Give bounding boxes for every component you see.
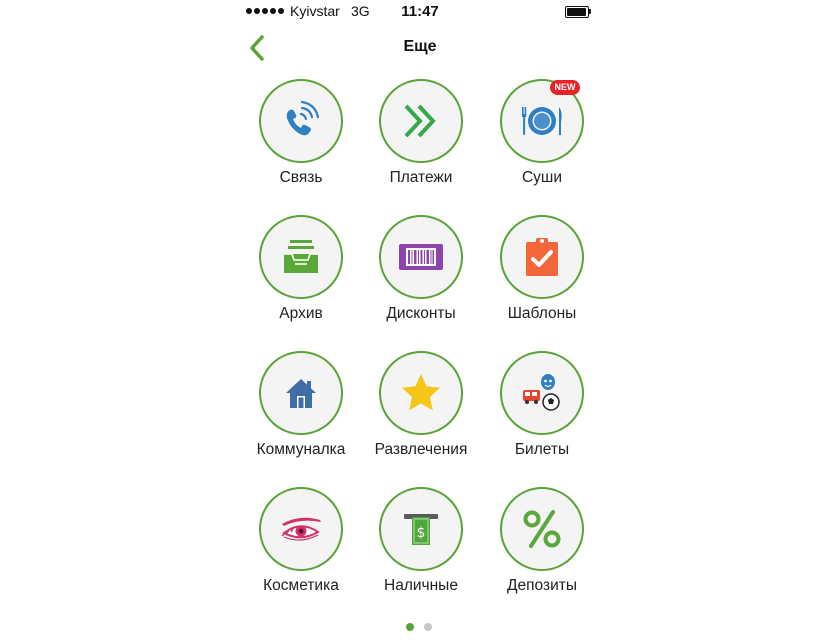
tile-circle: [379, 215, 463, 299]
tile-circle: $: [379, 487, 463, 571]
tile-circle: [500, 215, 584, 299]
tile-circle: [259, 215, 343, 299]
tile-label: Шаблоны: [507, 305, 577, 322]
tile-bilety[interactable]: Билеты: [477, 351, 607, 471]
page-dot-2[interactable]: [424, 623, 432, 631]
svg-text:$: $: [417, 525, 426, 541]
battery-tip: [589, 9, 591, 14]
tile-circle: [500, 487, 584, 571]
plate-fork-knife-icon: [522, 107, 562, 135]
tile-circle: [259, 79, 343, 163]
tile-shablony[interactable]: Шаблоны: [477, 215, 607, 335]
tile-label: Депозиты: [507, 577, 577, 594]
double-chevron-right-icon: [404, 104, 436, 138]
tile-circle: [379, 351, 463, 435]
archive-tray-icon: [284, 240, 318, 273]
tile-label: Билеты: [514, 441, 570, 458]
percent-icon: [523, 510, 561, 548]
page-dot-1[interactable]: [406, 623, 414, 631]
star-icon: [402, 374, 440, 411]
tile-circle: [379, 79, 463, 163]
clipboard-check-icon: [526, 238, 558, 276]
tile-sushi[interactable]: Суши: [477, 79, 607, 199]
status-time: 11:47: [401, 3, 439, 20]
eye-lashes-icon: [281, 517, 321, 541]
page-title: Еще: [403, 38, 437, 55]
tickets-icon: [523, 374, 560, 411]
status-bar: Kyivstar 3G 11:47: [240, 0, 600, 24]
tile-circle: [259, 487, 343, 571]
cash-withdrawal-icon: $: [404, 514, 438, 545]
battery-icon: [565, 6, 589, 18]
tile-circle: [500, 351, 584, 435]
phone-icon: [286, 100, 320, 136]
tile-circle: [259, 351, 343, 435]
barcode-icon: [399, 244, 443, 270]
house-icon: [286, 379, 316, 408]
tile-depozity[interactable]: Депозиты: [477, 487, 607, 607]
new-badge: NEW: [550, 80, 580, 95]
tile-label: Суши: [521, 169, 563, 186]
